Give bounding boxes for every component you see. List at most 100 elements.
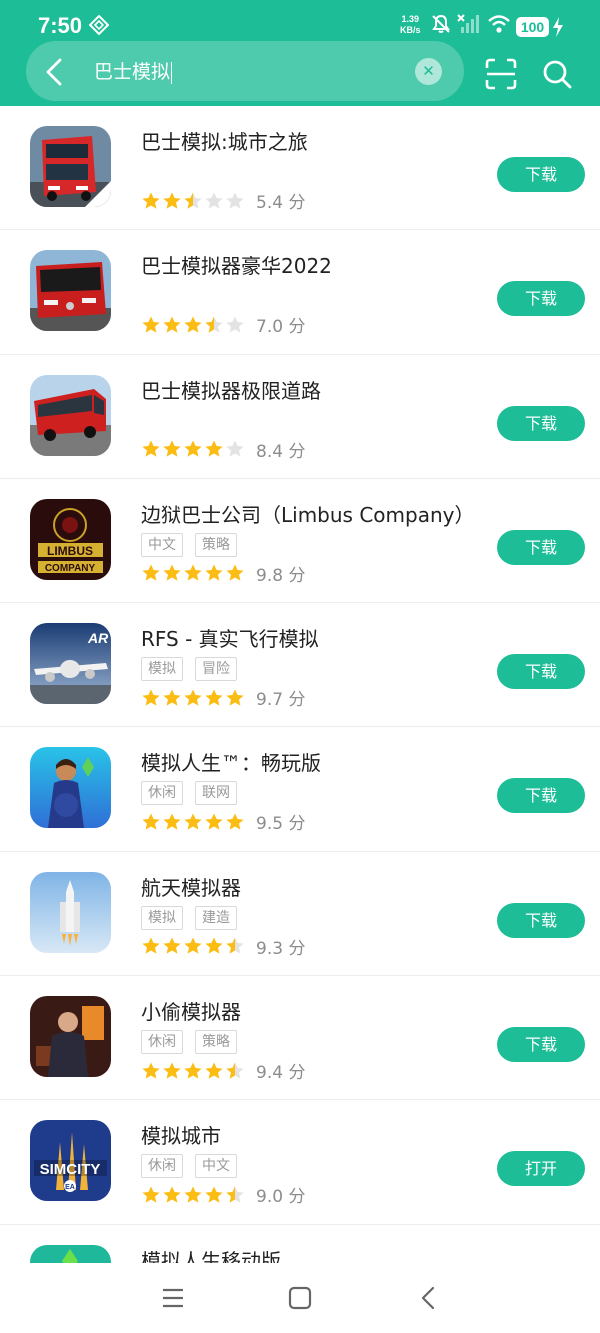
rating-stars: 7.0 分 <box>141 312 305 337</box>
download-button[interactable]: 下载 <box>497 778 585 814</box>
rating-stars: 9.0 分 <box>141 1182 306 1208</box>
star-icon <box>163 316 181 333</box>
sims-mobile-icon[interactable] <box>30 1244 111 1263</box>
star-icon <box>184 689 202 706</box>
back-arrow-icon[interactable] <box>34 52 74 92</box>
bus-road-icon[interactable] <box>30 374 111 456</box>
star-icon <box>184 937 202 954</box>
star-icon <box>184 440 202 457</box>
app-name[interactable]: 巴士模拟:城市之旅 <box>141 126 308 155</box>
download-button[interactable]: 下载 <box>497 281 585 317</box>
download-button[interactable]: 下载 <box>497 902 585 938</box>
rating-score: 8.4 分 <box>256 441 306 462</box>
open-button[interactable]: 打开 <box>497 1151 585 1187</box>
rating-stars: 9.3 分 <box>141 934 305 959</box>
star-icon <box>163 813 181 830</box>
app-tags: 休闲 策略 <box>141 1030 249 1055</box>
star-icon <box>184 1062 202 1079</box>
search-icon[interactable] <box>540 57 574 91</box>
list-item[interactable]: 巴士模拟:城市之旅 5.4 分 下载 <box>0 106 600 231</box>
bus-luxury-icon[interactable] <box>30 250 111 332</box>
app-name[interactable]: RFS - 真实飞行模拟 <box>141 623 319 652</box>
star-icon <box>184 564 202 581</box>
app-name[interactable]: 小偷模拟器 <box>141 996 241 1025</box>
airplane-icon[interactable]: AR <box>30 623 111 705</box>
download-button[interactable]: 下载 <box>497 157 585 192</box>
menu-icon[interactable] <box>160 1285 186 1311</box>
rocket-icon[interactable] <box>30 871 111 953</box>
scan-icon[interactable] <box>484 57 518 91</box>
rating-stars: 8.4 分 <box>141 437 306 462</box>
app-name[interactable]: 模拟人生™：畅玩版 <box>141 747 321 776</box>
back-icon[interactable] <box>416 1285 442 1311</box>
star-icon <box>205 813 223 830</box>
list-item[interactable]: AR RFS - 真实飞行模拟模拟 冒险 9.7 分 下载 <box>0 603 600 728</box>
app-tag: 联网 <box>195 781 237 806</box>
app-name[interactable]: 巴士模拟器豪华2022 <box>141 250 332 279</box>
rating-score: 9.8 分 <box>256 565 306 586</box>
thief-icon[interactable] <box>30 996 111 1078</box>
network-speed: 1.39 KB/s <box>400 14 421 35</box>
list-item[interactable]: 航天模拟器 模拟 建造 9.3 分 下载 <box>0 852 600 977</box>
app-tags: 模拟 冒险 <box>141 657 249 682</box>
bus-city-icon[interactable] <box>30 126 111 207</box>
app-tag: 中文 <box>195 1154 237 1179</box>
star-icon <box>184 1186 202 1203</box>
search-results-list[interactable]: 巴士模拟:城市之旅 5.4 分下载 巴士模拟器豪华2022 7.0 分下载 巴士模拟器极… <box>0 106 600 1263</box>
app-tags: 中文 策略 <box>141 532 249 557</box>
simcity-icon[interactable]: SIMCITY EA <box>30 1120 111 1202</box>
star-icon <box>226 316 244 333</box>
home-icon[interactable] <box>287 1285 313 1311</box>
app-tag: 休闲 <box>141 1154 183 1179</box>
list-item[interactable]: LIMBUS COMPANY 边狱巴士公司（Limbus Company） 中文 策略 9… <box>0 479 600 604</box>
rating-score: 9.0 分 <box>256 1187 306 1208</box>
limbus-icon[interactable]: LIMBUS COMPANY <box>30 498 111 580</box>
app-tag: 策略 <box>195 532 237 557</box>
star-icon <box>205 1186 223 1203</box>
rating-stars: 9.5 分 <box>141 809 305 834</box>
star-icon <box>205 192 223 209</box>
download-button[interactable]: 下载 <box>497 1027 585 1063</box>
star-icon <box>205 937 223 954</box>
star-icon <box>142 192 160 209</box>
search-box[interactable] <box>26 41 464 101</box>
clear-icon[interactable]: ✕ <box>415 58 442 85</box>
sims-icon[interactable] <box>30 747 111 829</box>
app-name[interactable]: 巴士模拟器极限道路 <box>141 375 321 404</box>
app-name[interactable]: 边狱巴士公司（Limbus Company） <box>141 499 474 528</box>
app-name[interactable]: 模拟人生移动版 <box>141 1245 281 1263</box>
app-name[interactable]: 模拟城市 <box>141 1120 221 1149</box>
search-input[interactable]: 巴士模拟 <box>94 58 173 86</box>
list-item[interactable]: 模拟人生™：畅玩版 休闲 联网 9.5 分 下载 <box>0 727 600 852</box>
rating-stars: 9.8 分 <box>141 561 306 586</box>
star-icon <box>226 1186 244 1203</box>
rating-score: 9.4 分 <box>256 1063 306 1084</box>
star-icon <box>163 689 181 706</box>
star-icon <box>142 1186 160 1203</box>
download-button[interactable]: 下载 <box>497 654 585 690</box>
svg-text:AR: AR <box>87 630 109 646</box>
app-tag: 休闲 <box>141 1030 183 1055</box>
app-notification-icon <box>89 15 109 35</box>
star-icon <box>184 192 202 209</box>
star-icon <box>163 937 181 954</box>
app-tags: 休闲 中文 <box>141 1154 249 1179</box>
app-tag: 模拟 <box>141 657 183 682</box>
download-button[interactable]: 下载 <box>497 529 585 565</box>
svg-text:SIMCITY: SIMCITY <box>40 1161 101 1178</box>
star-icon <box>142 440 160 457</box>
app-tag: 模拟 <box>141 905 183 930</box>
status-time: 7:50 <box>38 13 83 38</box>
rating-stars: 5.4 分 <box>141 188 305 213</box>
app-name[interactable]: 航天模拟器 <box>141 872 241 901</box>
star-icon <box>163 564 181 581</box>
download-button[interactable]: 下载 <box>497 405 585 441</box>
list-item[interactable]: 模拟人生移动版 <box>0 1225 600 1263</box>
list-item[interactable]: 小偷模拟器休闲 策略 9.4 分 下载 <box>0 976 600 1101</box>
list-item[interactable]: 巴士模拟器豪华2022 7.0 分 下载 <box>0 230 600 355</box>
star-icon <box>163 192 181 209</box>
list-item[interactable]: SIMCITY EA 模拟城市休闲 中文 9.0 分 打开 <box>0 1100 600 1225</box>
mute-bell-icon <box>432 14 450 33</box>
list-item[interactable]: 巴士模拟器极限道路 8.4 分 下载 <box>0 355 600 479</box>
rating-score: 9.7 分 <box>256 690 306 711</box>
